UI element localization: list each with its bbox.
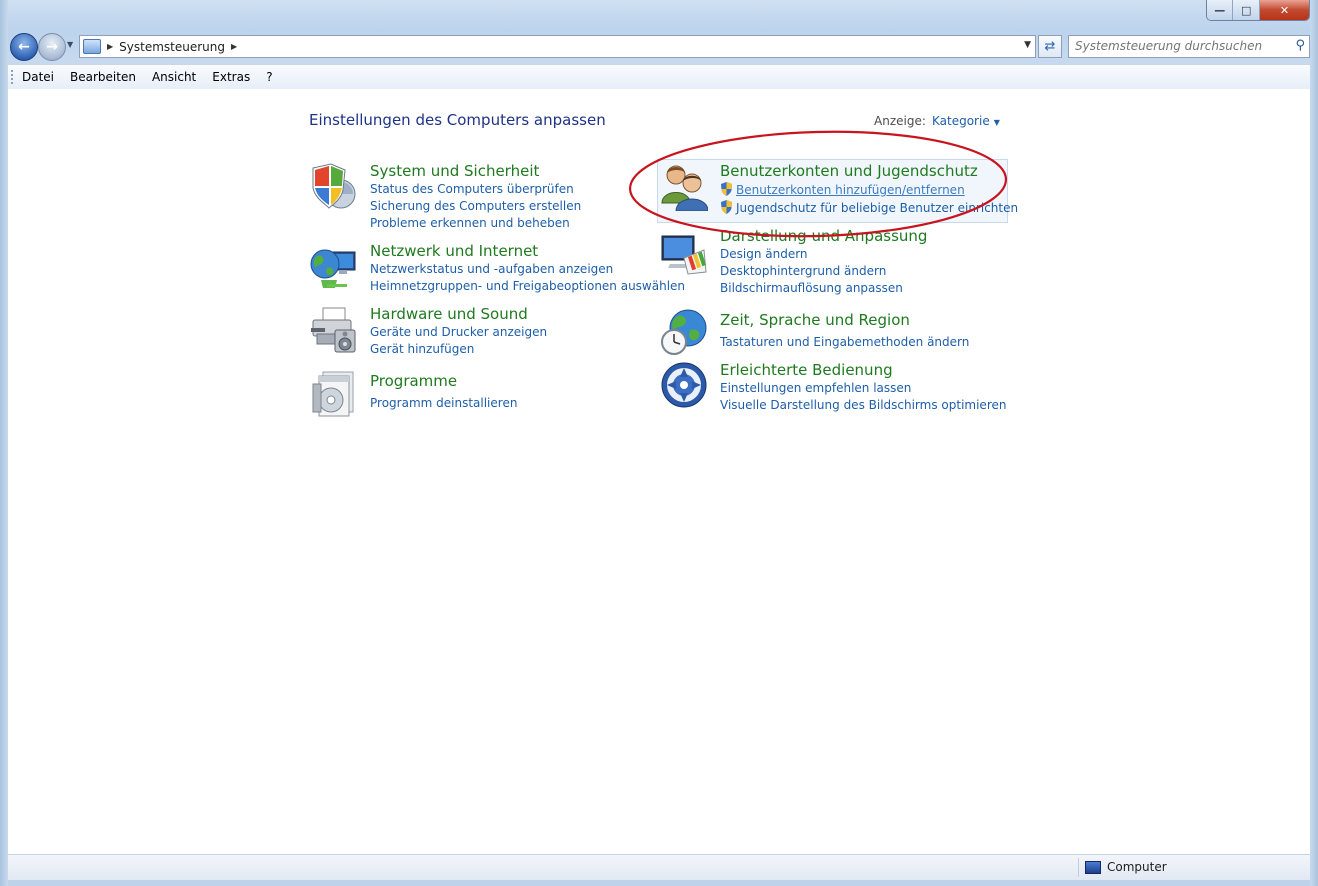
view-value: Kategorie <box>932 114 990 128</box>
toolbar-grip <box>11 70 16 84</box>
menu-view[interactable]: Ansicht <box>152 70 196 84</box>
arrow-right-icon: → <box>46 39 58 55</box>
link-change-background[interactable]: Desktophintergrund ändern <box>720 264 886 278</box>
status-computer-label: Computer <box>1107 860 1167 874</box>
category-title-clock[interactable]: Zeit, Sprache und Region <box>720 311 910 329</box>
menu-bar: Datei Bearbeiten Ansicht Extras ? <box>8 64 1310 90</box>
programs-icon <box>312 371 354 417</box>
control-panel-icon <box>83 39 101 54</box>
refresh-button[interactable]: ⇄ <box>1038 35 1062 58</box>
menu-tools[interactable]: Extras <box>212 70 250 84</box>
link-adjust-resolution[interactable]: Bildschirmauflösung anpassen <box>720 281 903 295</box>
category-title-hardware[interactable]: Hardware und Sound <box>370 305 528 323</box>
caption-buttons: — □ ✕ <box>1206 0 1310 21</box>
category-title-system[interactable]: System und Sicherheit <box>370 162 539 180</box>
search-icon[interactable]: ⚲ <box>1295 38 1305 53</box>
address-dropdown-icon[interactable]: ▼ <box>1024 40 1031 50</box>
view-label: Anzeige: <box>874 114 926 128</box>
search-input[interactable] <box>1075 36 1280 55</box>
status-computer: Computer <box>1085 860 1167 874</box>
view-dropdown[interactable]: Kategorie ▼ <box>932 114 1000 128</box>
globe-network-icon <box>310 249 356 288</box>
category-title-ease[interactable]: Erleichterte Bedienung <box>720 361 893 379</box>
refresh-icon: ⇄ <box>1044 39 1056 54</box>
breadcrumb-control-panel[interactable]: Systemsteuerung <box>119 40 225 54</box>
link-network-status[interactable]: Netzwerkstatus und -aufgaben anzeigen <box>370 262 613 276</box>
arrow-left-icon: ← <box>18 39 30 55</box>
breadcrumb-chevron-icon[interactable]: ▶ <box>231 42 237 51</box>
link-uninstall-program[interactable]: Programm deinstallieren <box>370 396 517 410</box>
maximize-button[interactable]: □ <box>1233 0 1260 20</box>
breadcrumb-chevron-icon[interactable]: ▶ <box>107 42 113 51</box>
window-border-right <box>1310 0 1318 886</box>
shield-icon <box>312 163 356 209</box>
category-title-network[interactable]: Netzwerk und Internet <box>370 242 538 260</box>
link-devices-printers[interactable]: Geräte und Drucker anzeigen <box>370 325 547 339</box>
ease-of-access-icon <box>661 362 707 408</box>
recent-pages-dropdown[interactable]: ▼ <box>67 40 73 49</box>
link-recommend-settings[interactable]: Einstellungen empfehlen lassen <box>720 381 911 395</box>
link-homegroup[interactable]: Heimnetzgruppen- und Freigabeoptionen au… <box>370 279 685 293</box>
menu-help[interactable]: ? <box>266 70 272 84</box>
link-optimize-display[interactable]: Visuelle Darstellung des Bildschirms opt… <box>720 398 1006 412</box>
computer-icon <box>1085 860 1101 874</box>
forward-button[interactable]: → <box>38 33 66 61</box>
link-add-device[interactable]: Gerät hinzufügen <box>370 342 474 356</box>
back-button[interactable]: ← <box>10 33 38 61</box>
link-keyboards-input[interactable]: Tastaturen und Eingabemethoden ändern <box>720 335 969 349</box>
annotation-ellipse <box>628 130 1008 238</box>
menu-file[interactable]: Datei <box>22 70 54 84</box>
minimize-button[interactable]: — <box>1207 0 1234 20</box>
address-bar[interactable]: ▶ Systemsteuerung ▶ ▼ <box>79 35 1036 58</box>
search-box[interactable]: ⚲ <box>1068 35 1310 58</box>
close-button[interactable]: ✕ <box>1259 0 1309 20</box>
menu-edit[interactable]: Bearbeiten <box>70 70 136 84</box>
category-title-programs[interactable]: Programme <box>370 372 457 390</box>
page-title: Einstellungen des Computers anpassen <box>309 111 606 129</box>
link-computer-status[interactable]: Status des Computers überprüfen <box>370 182 574 196</box>
status-separator <box>1078 858 1079 877</box>
link-change-theme[interactable]: Design ändern <box>720 247 808 261</box>
printer-icon <box>311 307 356 353</box>
link-troubleshoot[interactable]: Probleme erkennen und beheben <box>370 216 570 230</box>
window-border-left <box>0 0 8 886</box>
clock-globe-icon <box>661 309 707 355</box>
chevron-down-icon: ▼ <box>993 118 1000 127</box>
link-backup[interactable]: Sicherung des Computers erstellen <box>370 199 581 213</box>
